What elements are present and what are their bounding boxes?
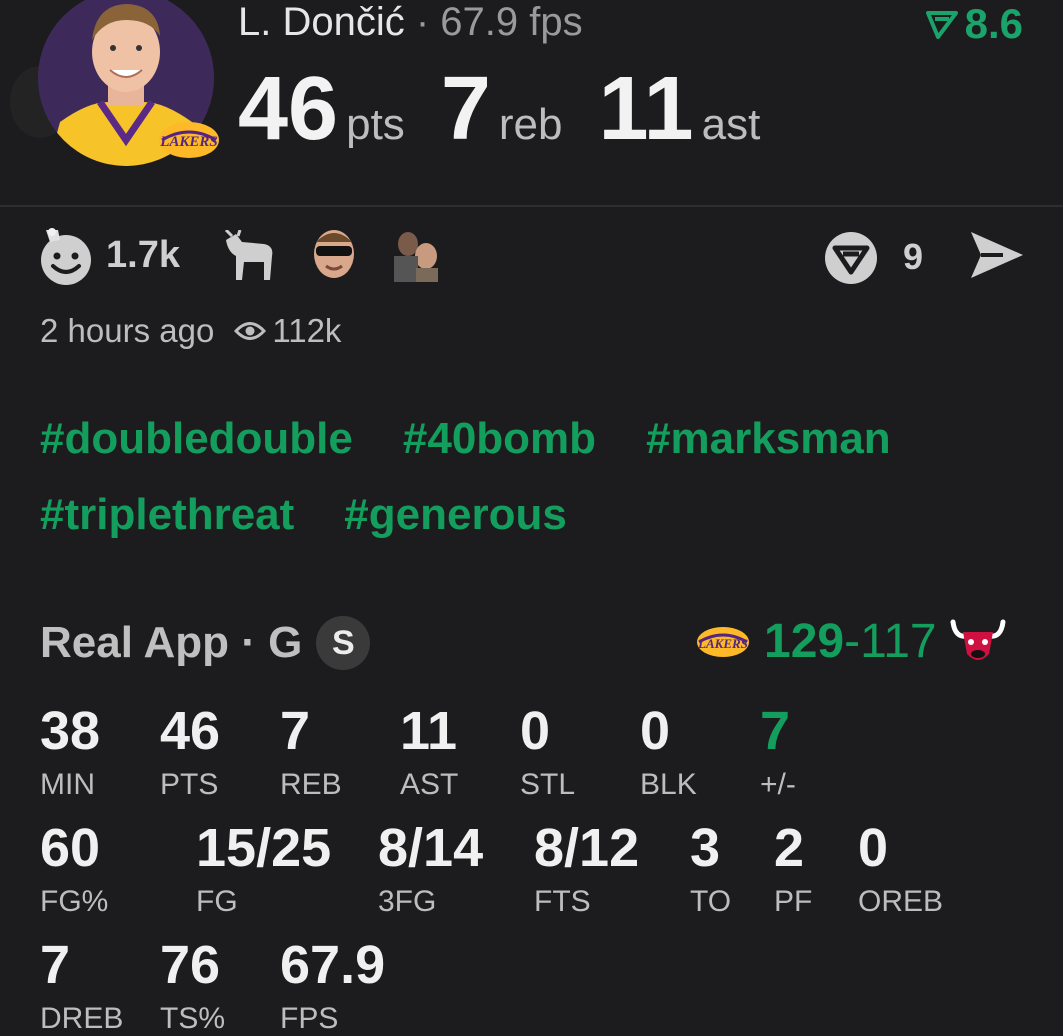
stat-stl-label: STL <box>520 768 576 801</box>
post-meta: 2 hours ago 112k <box>40 312 341 350</box>
stat-fg-pct-value: 60 <box>40 818 101 878</box>
post-time: 2 hours ago <box>40 312 215 349</box>
react-smiley-goat-icon[interactable] <box>38 226 96 291</box>
stat-oreb-label: OREB <box>858 885 944 918</box>
stat-blk-label: BLK <box>640 768 697 801</box>
stat-fg-label: FG <box>196 885 238 918</box>
view-count: 112k <box>234 312 341 350</box>
statline-ast-unit: ast <box>701 100 761 149</box>
score-text: 129-117 <box>764 614 937 669</box>
hashtag-generous[interactable]: #generous <box>344 490 567 540</box>
game-score[interactable]: LAKERS 129-117 <box>694 614 1007 669</box>
rating-arrow-icon <box>925 11 958 39</box>
view-count-value: 112k <box>272 312 342 349</box>
player-rating: 8.6 <box>925 0 1023 48</box>
stat-fts-label: FTS <box>534 885 591 918</box>
hashtag-list: #doubledouble #40bomb #marksman #triplet… <box>40 414 1030 540</box>
stat-ast-value: 11 <box>400 701 458 761</box>
statline-reb-unit: reb <box>498 100 563 149</box>
player-fps: · 67.9 fps <box>415 0 583 44</box>
lakers-logo-icon: LAKERS <box>697 626 749 657</box>
bulls-logo-icon <box>950 619 1006 660</box>
stat-ts-pct-label: TS% <box>160 1002 226 1035</box>
hashtag-triplethreat[interactable]: #triplethreat <box>40 490 294 540</box>
score-away: 117 <box>860 615 937 668</box>
stat-3fg-label: 3FG <box>378 885 437 918</box>
stat-stl: 0 STL <box>520 704 575 802</box>
stat-3fg-value: 8/14 <box>378 818 484 878</box>
stat-min-label: MIN <box>40 768 95 801</box>
comments-count[interactable]: 9 <box>903 236 923 278</box>
stat-to-label: TO <box>690 885 732 918</box>
stat-ts-pct-value: 76 <box>160 935 221 995</box>
player-name: L. Dončić <box>238 0 405 44</box>
stat-stl-value: 0 <box>520 701 551 761</box>
headline-statline: 46 pts 7 reb 11 ast <box>238 58 796 161</box>
stat-reb: 7 REB <box>280 704 342 802</box>
svg-text:LAKERS: LAKERS <box>159 134 218 150</box>
game-source: Real App · G <box>40 618 303 667</box>
stat-reb-label: REB <box>280 768 342 801</box>
starter-badge: S <box>316 616 371 670</box>
stat-pts-value: 46 <box>160 701 221 761</box>
stat-min-value: 38 <box>40 701 101 761</box>
stat-fps-value: 67.9 <box>280 935 386 995</box>
stat-fg-value: 15/25 <box>196 818 332 878</box>
stat-reb-value: 7 <box>280 701 311 761</box>
stat-pts-label: PTS <box>160 768 219 801</box>
stat-dreb-value: 7 <box>40 935 71 995</box>
stat-oreb-value: 0 <box>858 818 889 878</box>
stat-ts-pct: 76 TS% <box>160 938 225 1036</box>
player-photo-icon[interactable] <box>386 226 442 287</box>
statline-pts-unit: pts <box>346 100 405 149</box>
stat-to-value: 3 <box>690 818 721 878</box>
stat-oreb: 0 OREB <box>858 821 943 919</box>
statline-reb-value: 7 <box>440 59 491 159</box>
share-send-icon[interactable] <box>969 230 1025 285</box>
eye-icon <box>234 322 267 340</box>
stat-fts: 8/12 FTS <box>534 821 639 919</box>
lakers-logo-icon: LAKERS <box>156 120 222 160</box>
statline-pts-value: 46 <box>238 59 339 159</box>
reaction-bar: 1.7k 9 <box>38 226 1025 286</box>
score-home: 129 <box>764 615 845 668</box>
stat-fts-value: 8/12 <box>534 818 640 878</box>
stat-fps: 67.9 FPS <box>280 938 385 1036</box>
stat-pf-value: 2 <box>774 818 805 878</box>
stat-blk: 0 BLK <box>640 704 697 802</box>
statline-ast-value: 11 <box>598 59 694 159</box>
svg-text:LAKERS: LAKERS <box>697 636 748 651</box>
goat-icon[interactable] <box>220 228 278 287</box>
stat-to: 3 TO <box>690 821 731 919</box>
game-source-line: Real App · G S <box>40 616 371 670</box>
hashtag-marksman[interactable]: #marksman <box>646 414 891 464</box>
hashtag-40bomb[interactable]: #40bomb <box>403 414 596 464</box>
stat-plus-minus-label: +/- <box>760 768 796 801</box>
stat-pts: 46 PTS <box>160 704 220 802</box>
comments-icon[interactable] <box>823 230 879 291</box>
stat-plus-minus: 7 +/- <box>760 704 796 802</box>
stat-fps-label: FPS <box>280 1002 339 1035</box>
stat-pf: 2 PF <box>774 821 812 919</box>
stat-pf-label: PF <box>774 885 813 918</box>
stat-ast-label: AST <box>400 768 459 801</box>
header-divider <box>0 205 1063 207</box>
hashtag-doubledouble[interactable]: #doubledouble <box>40 414 353 464</box>
stat-plus-minus-value: 7 <box>760 701 791 761</box>
rating-value: 8.6 <box>964 0 1023 47</box>
stat-fg-pct-label: FG% <box>40 885 109 918</box>
sunglasses-face-icon[interactable] <box>308 226 360 287</box>
stat-min: 38 MIN <box>40 704 100 802</box>
stat-3fg: 8/14 3FG <box>378 821 483 919</box>
stat-dreb: 7 DREB <box>40 938 123 1036</box>
stat-ast: 11 AST <box>400 704 458 802</box>
stat-fg-pct: 60 FG% <box>40 821 108 919</box>
stat-blk-value: 0 <box>640 701 671 761</box>
score-separator: - <box>844 615 861 668</box>
stat-dreb-label: DREB <box>40 1002 124 1035</box>
stat-fg: 15/25 FG <box>196 821 331 919</box>
reaction-count[interactable]: 1.7k <box>106 234 180 277</box>
player-title[interactable]: L. Dončić · 67.9 fps <box>238 0 583 45</box>
